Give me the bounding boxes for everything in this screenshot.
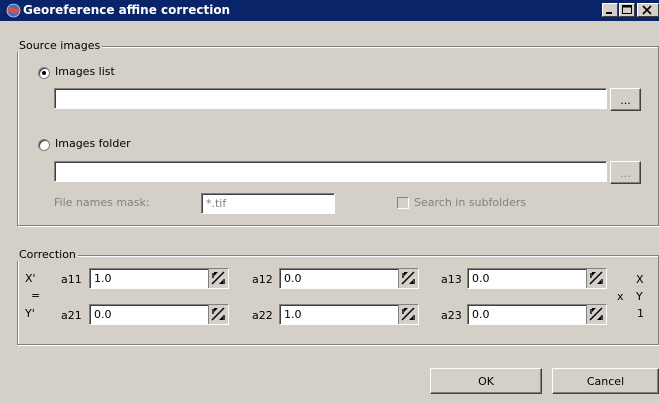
a22-spin-input[interactable]: 1.0 bbox=[279, 304, 419, 325]
maximize-icon bbox=[622, 5, 632, 14]
a13-label: a13 bbox=[441, 273, 462, 286]
a21-label: a21 bbox=[61, 309, 82, 322]
minimize-button[interactable] bbox=[602, 3, 618, 17]
equals-sign: = bbox=[31, 289, 41, 302]
minimize-icon bbox=[606, 12, 612, 14]
a13-spin-button[interactable] bbox=[586, 269, 606, 288]
dialog-window: Georeference affine correction Source im… bbox=[0, 0, 659, 403]
spin-arrows-icon bbox=[401, 271, 415, 285]
images-folder-browse-button[interactable]: ... bbox=[610, 161, 641, 184]
a22-label: a22 bbox=[252, 309, 273, 322]
images-folder-path-input[interactable] bbox=[54, 161, 607, 182]
a23-label: a23 bbox=[441, 309, 462, 322]
close-button[interactable] bbox=[637, 3, 659, 17]
y-prime-label: Y' bbox=[25, 307, 35, 320]
a23-spin-button[interactable] bbox=[586, 305, 606, 324]
images-list-browse-button[interactable]: ... bbox=[610, 88, 641, 111]
close-icon bbox=[642, 5, 652, 15]
a12-spin-input[interactable]: 0.0 bbox=[279, 268, 419, 289]
images-list-radio[interactable] bbox=[38, 67, 50, 79]
search-subfolders-checkbox[interactable] bbox=[397, 197, 409, 209]
a12-label: a12 bbox=[252, 273, 273, 286]
spin-arrows-icon bbox=[211, 271, 225, 285]
spin-arrows-icon bbox=[589, 271, 603, 285]
vector-x: X bbox=[636, 273, 644, 286]
images-list-label: Images list bbox=[55, 65, 115, 78]
window-title: Georeference affine correction bbox=[23, 3, 231, 17]
a21-spin-input[interactable]: 0.0 bbox=[89, 304, 229, 325]
images-folder-radio[interactable] bbox=[38, 139, 50, 151]
a12-spin-button[interactable] bbox=[398, 269, 418, 288]
a11-label: a11 bbox=[61, 273, 82, 286]
multiply-sign: x bbox=[617, 290, 624, 303]
a11-spin-button[interactable] bbox=[208, 269, 228, 288]
a12-value: 0.0 bbox=[284, 272, 302, 285]
a21-value: 0.0 bbox=[94, 308, 112, 321]
correction-group-label: Correction bbox=[17, 248, 78, 261]
a11-spin-input[interactable]: 1.0 bbox=[89, 268, 229, 289]
search-subfolders-label: Search in subfolders bbox=[414, 196, 527, 209]
title-bar[interactable]: Georeference affine correction bbox=[0, 0, 659, 21]
vector-one: 1 bbox=[637, 307, 644, 320]
file-names-mask-input[interactable]: *.tif bbox=[201, 193, 335, 214]
cancel-button[interactable]: Cancel bbox=[552, 368, 659, 394]
a23-value: 0.0 bbox=[472, 308, 490, 321]
images-list-path-input[interactable] bbox=[54, 88, 607, 109]
a13-value: 0.0 bbox=[472, 272, 490, 285]
file-names-mask-label: File names mask: bbox=[54, 196, 150, 209]
x-prime-label: X' bbox=[25, 272, 36, 285]
source-images-group-label: Source images bbox=[17, 39, 103, 52]
a22-value: 1.0 bbox=[284, 308, 302, 321]
images-folder-label: Images folder bbox=[55, 137, 131, 150]
ok-button[interactable]: OK bbox=[430, 368, 542, 394]
radio-selected-dot bbox=[42, 71, 46, 75]
spin-arrows-icon bbox=[401, 307, 415, 321]
vector-y: Y bbox=[636, 290, 643, 303]
a11-value: 1.0 bbox=[94, 272, 112, 285]
a13-spin-input[interactable]: 0.0 bbox=[467, 268, 607, 289]
app-globe-icon bbox=[6, 3, 21, 18]
a22-spin-button[interactable] bbox=[398, 305, 418, 324]
a21-spin-button[interactable] bbox=[208, 305, 228, 324]
spin-arrows-icon bbox=[589, 307, 603, 321]
a23-spin-input[interactable]: 0.0 bbox=[467, 304, 607, 325]
spin-arrows-icon bbox=[211, 307, 225, 321]
maximize-button[interactable] bbox=[619, 3, 635, 17]
